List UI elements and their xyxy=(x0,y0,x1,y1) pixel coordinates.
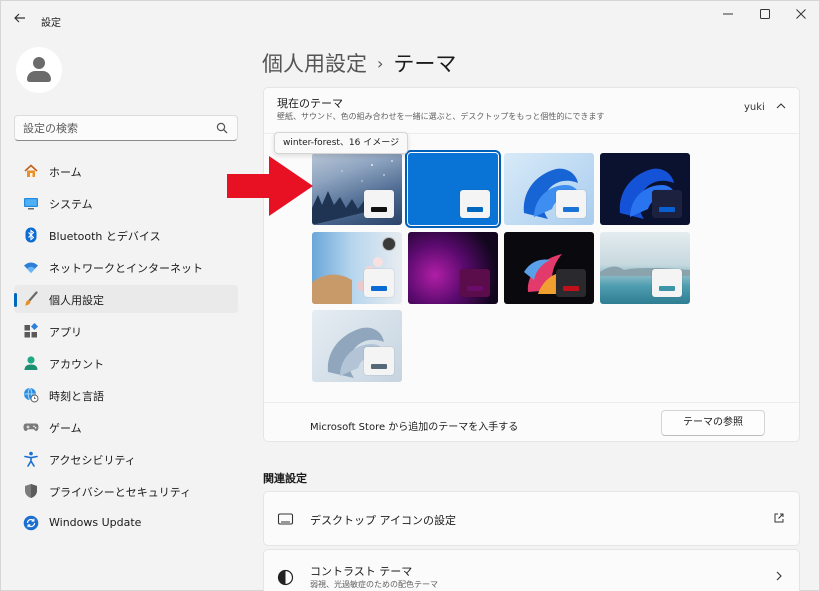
chevron-up-icon[interactable] xyxy=(775,100,787,112)
row-title: デスクトップ アイコンの設定 xyxy=(310,514,456,527)
system-icon xyxy=(23,195,39,211)
avatar[interactable] xyxy=(16,47,62,93)
shield-icon xyxy=(23,483,39,499)
bluetooth-icon xyxy=(23,227,39,243)
theme-tile-windows-dark[interactable] xyxy=(600,153,690,225)
row-subtitle: 弱視、光過敏症のための配色テーマ xyxy=(310,580,438,589)
sidebar-item-windows-update[interactable]: Windows Update xyxy=(14,509,238,537)
store-text: Microsoft Store から追加のテーマを入手する xyxy=(310,422,519,433)
related-settings-heading: 関連設定 xyxy=(263,472,307,485)
home-icon xyxy=(23,163,39,179)
theme-preview-window xyxy=(364,347,394,375)
row-title: コントラスト テーマ xyxy=(310,565,413,578)
theme-tile-glow[interactable] xyxy=(408,232,498,304)
search-box[interactable] xyxy=(14,115,238,141)
theme-tile-captured-motion[interactable] xyxy=(312,232,402,304)
open-external-icon xyxy=(773,512,785,524)
theme-preview-window xyxy=(652,269,682,297)
sidebar-item-accounts[interactable]: アカウント xyxy=(14,349,238,377)
accessibility-icon xyxy=(23,451,39,467)
avatar-body xyxy=(27,71,51,82)
wifi-icon xyxy=(23,259,39,275)
breadcrumb: 個人用設定 › テーマ xyxy=(262,48,456,78)
gamepad-icon xyxy=(23,419,39,435)
globe-clock-icon xyxy=(23,387,39,403)
theme-tile-winter-forest[interactable] xyxy=(312,153,402,225)
sidebar-item-label: Windows Update xyxy=(49,516,142,529)
sidebar-item-apps[interactable]: アプリ xyxy=(14,317,238,345)
avatar-head xyxy=(33,57,45,69)
sidebar-item-privacy[interactable]: プライバシーとセキュリティ xyxy=(14,477,238,505)
breadcrumb-separator: › xyxy=(377,54,384,73)
maximize-icon[interactable] xyxy=(751,7,779,25)
theme-tile-sunrise[interactable] xyxy=(504,232,594,304)
theme-tile-bloom-light[interactable] xyxy=(312,310,402,382)
theme-preview-window xyxy=(556,269,586,297)
sidebar-item-time-language[interactable]: 時刻と言語 xyxy=(14,381,238,409)
annotation-arrow-icon xyxy=(227,156,313,216)
theme-tile-blue[interactable] xyxy=(405,150,501,228)
sidebar-item-label: 個人用設定 xyxy=(49,294,104,307)
theme-tooltip: winter-forest、16 イメージ xyxy=(274,132,409,154)
sidebar-item-label: 時刻と言語 xyxy=(49,390,104,403)
contrast-themes-row[interactable]: コントラスト テーマ 弱視、光過敏症のための配色テーマ xyxy=(263,549,800,591)
theme-tile-flow[interactable] xyxy=(600,232,690,304)
sidebar-item-label: アプリ xyxy=(49,326,82,339)
breadcrumb-parent[interactable]: 個人用設定 xyxy=(262,52,367,76)
theme-preview-window xyxy=(364,190,394,218)
sidebar-item-label: アカウント xyxy=(49,358,104,371)
sidebar-item-home[interactable]: ホーム xyxy=(14,157,238,185)
update-icon xyxy=(23,515,39,531)
sidebar-item-label: ホーム xyxy=(49,166,82,179)
minimize-icon[interactable] xyxy=(714,7,742,25)
theme-preview-window xyxy=(364,269,394,297)
app-title: 設定 xyxy=(41,18,61,29)
theme-preview-window xyxy=(460,269,490,297)
theme-tile-windows-light[interactable] xyxy=(504,153,594,225)
desktop-icon xyxy=(277,511,294,528)
sidebar-nav: ホーム システム Bluetooth とデバイス ネットワークとインターネット … xyxy=(14,157,238,541)
account-icon xyxy=(23,355,39,371)
browse-themes-button[interactable]: テーマの参照 xyxy=(661,410,765,436)
current-theme-value: yuki xyxy=(744,102,765,113)
sidebar-item-label: アクセシビリティ xyxy=(49,454,136,467)
sidebar-item-label: Bluetooth とデバイス xyxy=(49,230,161,243)
slideshow-icon xyxy=(382,237,396,251)
current-theme-title: 現在のテーマ xyxy=(277,97,343,110)
theme-preview-window xyxy=(652,190,682,218)
desktop-icon-settings-row[interactable]: デスクトップ アイコンの設定 xyxy=(263,491,800,546)
sidebar-item-label: プライバシーとセキュリティ xyxy=(49,486,192,499)
chevron-right-icon xyxy=(773,570,785,582)
theme-preview-window xyxy=(556,190,586,218)
current-theme-description: 壁紙、サウンド、色の組み合わせを一緒に選ぶと、デスクトップをもっと個性的にできま… xyxy=(277,112,605,121)
settings-window: 設定 ホーム システム xyxy=(0,0,820,591)
arrow-left-icon[interactable] xyxy=(10,11,30,29)
sidebar-item-label: システム xyxy=(49,198,93,211)
theme-preview-window xyxy=(460,190,490,218)
sidebar-item-personalization[interactable]: 個人用設定 xyxy=(14,285,238,313)
apps-icon xyxy=(23,322,39,339)
sidebar-item-gaming[interactable]: ゲーム xyxy=(14,413,238,441)
close-icon[interactable] xyxy=(787,7,815,25)
page-title: テーマ xyxy=(393,52,457,76)
sidebar-item-network[interactable]: ネットワークとインターネット xyxy=(14,253,238,281)
brush-icon xyxy=(23,291,39,307)
sidebar-item-bluetooth[interactable]: Bluetooth とデバイス xyxy=(14,221,238,249)
sidebar-item-accessibility[interactable]: アクセシビリティ xyxy=(14,445,238,473)
sidebar-item-label: ネットワークとインターネット xyxy=(49,262,203,275)
title-bar: 設定 xyxy=(1,1,819,39)
sidebar-item-label: ゲーム xyxy=(49,422,82,435)
store-divider xyxy=(264,402,799,403)
search-icon[interactable] xyxy=(215,121,229,135)
search-input[interactable] xyxy=(15,116,205,140)
sidebar-item-system[interactable]: システム xyxy=(14,189,238,217)
contrast-icon xyxy=(277,569,294,586)
